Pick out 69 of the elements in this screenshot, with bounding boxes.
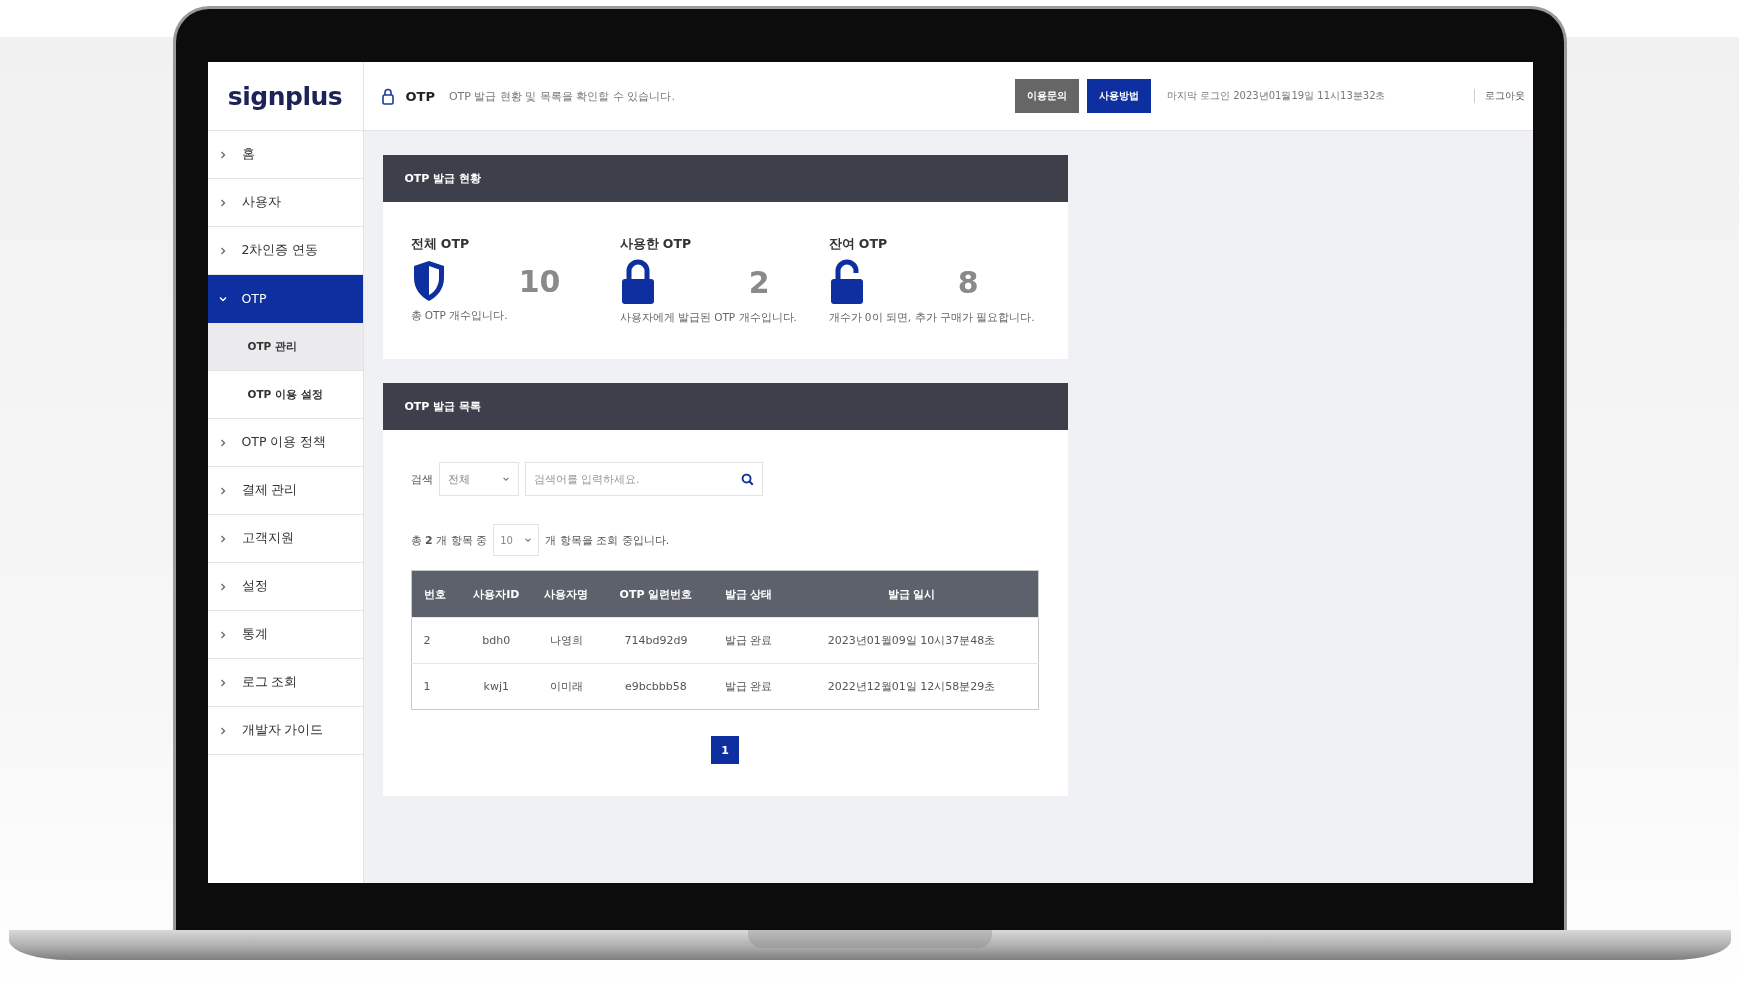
stat-value: 2 [748,264,770,300]
logout-link[interactable]: 로그아웃 [1473,89,1525,103]
sidebar-item[interactable]: 설정 [207,563,363,611]
stat-label: 전체 OTP [410,236,470,253]
sidebar-item-label: 로그 조회 [241,674,298,691]
page-button[interactable]: 1 [711,736,739,764]
sidebar-subitem[interactable]: OTP 이용 설정 [207,371,363,419]
sidebar-item[interactable]: OTP 이용 정책 [207,419,363,467]
sidebar-item-label: OTP 이용 정책 [241,434,327,451]
chevron-down-icon [501,475,510,483]
table-cell: 2022년12월01일 12시58분29초 [785,663,1038,710]
sidebar-item-label: 홈 [241,146,255,163]
page-size-dropdown[interactable]: 10 [493,524,540,556]
total-count-text: 총 2 개 항목 중 [410,532,488,548]
stat-note: 사용자에게 발급된 OTP 개수입니다. [619,311,797,325]
table-cell: 2023년01월09일 10시37분48초 [785,617,1038,664]
sidebar-item[interactable]: 홈 [207,131,363,179]
panel-header: OTP 발급 목록 [382,383,1068,430]
sidebar-item[interactable]: 사용자 [207,179,363,227]
sidebar-item[interactable]: 고객지원 [207,515,363,563]
sidebar-item-label: OTP [241,291,267,306]
search-label: 검색 [410,471,433,487]
column-header: 번호 [411,570,461,618]
sidebar-item-label: 결제 관리 [241,482,298,499]
sidebar-item[interactable]: 통계 [207,611,363,659]
table-cell: 나영희 [532,617,601,664]
filter-dropdown[interactable]: 전체 [438,462,519,496]
sidebar-item-label: 고객지원 [241,530,294,547]
table-cell: e9bcbbb58 [600,663,712,710]
table-cell: 발급 완료 [711,663,786,710]
table-cell: 이미래 [532,663,601,710]
stat-note: 총 OTP 개수입니다. [410,309,508,323]
sidebar-item[interactable]: OTP [207,275,363,323]
sidebar-item-label: 통계 [241,626,268,643]
page-title: OTP [405,88,435,104]
table-cell: bdh0 [460,617,533,664]
last-login-text: 마지막 로그인 2023년01월19일 11시13분32초 [1166,89,1386,103]
page-description: OTP 발급 현황 및 목록을 확인할 수 있습니다. [448,88,675,104]
sidebar-item[interactable]: 결제 관리 [207,467,363,515]
summary-text: 개 항목을 조회 중입니다. [545,532,670,548]
column-header: 발급 상태 [711,570,786,618]
stat-value: 8 [957,264,979,300]
table-cell: 2 [411,617,461,664]
lock-icon [381,87,394,105]
column-header: 사용자ID [460,570,533,618]
stat-note: 개수가 0이 되면, 추가 구매가 필요합니다. [828,311,1035,325]
table-cell: 714bd92d9 [600,617,712,664]
header-button[interactable]: 이용문의 [1014,79,1079,113]
sidebar-item[interactable]: 개발자 가이드 [207,707,363,755]
column-header: 발급 일시 [785,570,1038,618]
stat-value: 10 [518,263,561,299]
table-cell: 발급 완료 [711,617,786,664]
sidebar-item-label: 설정 [241,578,268,595]
stat-label: 잔여 OTP [828,236,888,253]
header-button[interactable]: 사용방법 [1086,79,1151,113]
table-cell: 1 [411,663,461,710]
stat-label: 사용한 OTP [619,236,692,253]
chevron-down-icon [524,536,533,544]
sidebar-item-label: 개발자 가이드 [241,722,324,739]
sidebar-item[interactable]: 로그 조회 [207,659,363,707]
sidebar-item-label: 사용자 [241,194,281,211]
column-header: 사용자명 [532,570,601,618]
table-cell: kwj1 [460,663,533,710]
search-field[interactable]: 검색어를 입력하세요. [524,462,763,496]
panel-header: OTP 발급 현황 [382,155,1068,202]
sidebar-item-label: 2차인증 연동 [241,242,319,259]
search-icon [740,473,754,486]
column-header: OTP 일련번호 [600,570,712,618]
sidebar-subitem[interactable]: OTP 관리 [207,323,363,371]
